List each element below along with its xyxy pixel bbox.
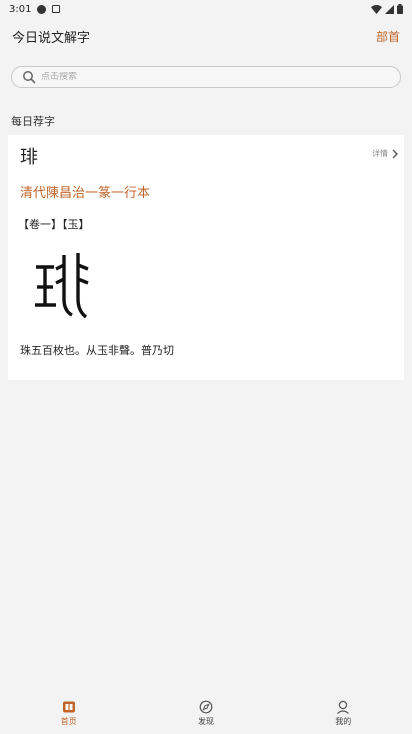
section-title: 每日荐字 <box>11 115 55 128</box>
wifi-icon <box>371 4 382 14</box>
app-header: 今日说文解字 部首 <box>0 22 412 50</box>
nav-discover[interactable]: 发现 <box>137 697 274 734</box>
search-input[interactable] <box>41 72 371 82</box>
source-title: 清代陳昌治一篆一行本 <box>20 186 151 201</box>
daily-word-card[interactable]: 琲 详情 清代陳昌治一篆一行本 【卷一】【玉】 珠五百枚也。从玉非聲。普乃切 <box>8 135 404 380</box>
status-time: 3:01 <box>9 3 32 15</box>
details-label: 详情 <box>372 149 388 158</box>
user-icon <box>337 700 350 714</box>
page-title: 今日说文解字 <box>12 30 91 46</box>
details-link[interactable]: 详情 <box>372 148 398 159</box>
alert-icon <box>37 4 47 14</box>
signal-icon <box>385 4 394 14</box>
notification-icon <box>52 5 61 13</box>
featured-character: 琲 <box>20 147 38 168</box>
volume-tags: 【卷一】【玉】 <box>18 218 90 231</box>
nav-discover-label: 发现 <box>197 717 214 726</box>
battery-icon <box>397 4 403 14</box>
book-icon <box>62 701 75 713</box>
search-icon <box>23 71 36 84</box>
status-bar: 3:01 <box>0 0 412 18</box>
definition-text: 珠五百枚也。从玉非聲。普乃切 <box>20 344 174 357</box>
seal-script-glyph <box>35 253 89 319</box>
bottom-nav: 首页 发现 我的 <box>0 697 412 734</box>
app-screen: 3:01 今日说文解字 部首 每日荐字 <box>0 0 412 734</box>
chevron-right-icon <box>392 149 398 158</box>
nav-home-label: 首页 <box>60 717 77 726</box>
radicals-button[interactable]: 部首 <box>376 28 400 45</box>
nav-profile-label: 我的 <box>335 717 352 726</box>
nav-profile[interactable]: 我的 <box>275 697 412 734</box>
nav-home[interactable]: 首页 <box>0 697 137 734</box>
compass-icon <box>199 700 213 714</box>
search-bar[interactable] <box>11 66 401 88</box>
